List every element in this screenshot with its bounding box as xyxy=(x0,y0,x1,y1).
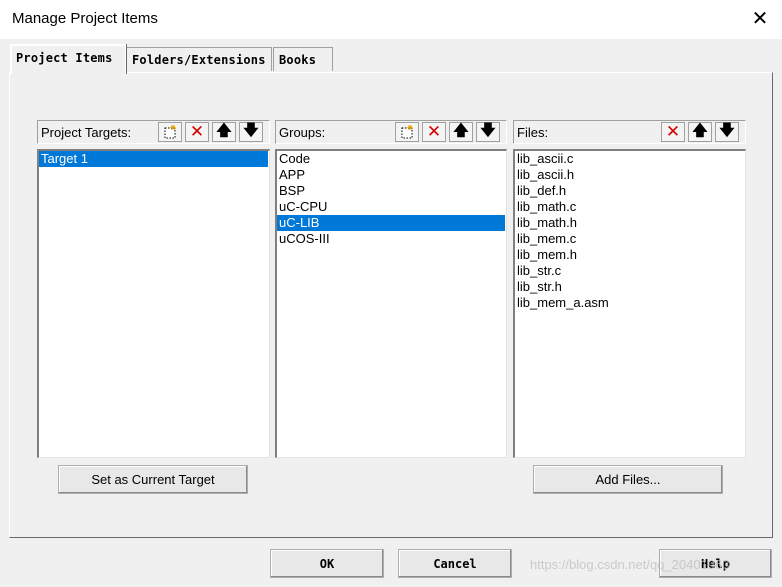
list-item[interactable]: lib_str.c xyxy=(515,263,745,279)
list-item[interactable]: lib_mem_a.asm xyxy=(515,295,745,311)
files-header: Files: ✕ 🡅 🡇 xyxy=(513,120,746,144)
watermark: https://blog.csdn.net/qq_20401963 xyxy=(530,557,730,572)
delete-file-icon[interactable]: ✕ xyxy=(661,122,685,142)
list-item[interactable]: lib_math.h xyxy=(515,215,745,231)
move-file-down-icon[interactable]: 🡇 xyxy=(715,122,739,142)
targets-list[interactable]: Target 1 xyxy=(37,149,270,458)
tab-books[interactable]: Books xyxy=(273,47,333,71)
files-header-label: Files: xyxy=(517,125,549,140)
list-item[interactable]: Target 1 xyxy=(39,151,268,167)
move-file-up-icon[interactable]: 🡅 xyxy=(688,122,712,142)
targets-header: Project Targets: ✕ 🡅 🡇 xyxy=(37,120,270,144)
list-item[interactable]: lib_math.c xyxy=(515,199,745,215)
move-group-up-icon[interactable]: 🡅 xyxy=(449,122,473,142)
title-bar: Manage Project Items ✕ xyxy=(0,0,782,39)
close-icon[interactable]: ✕ xyxy=(748,6,772,32)
files-list[interactable]: lib_ascii.c lib_ascii.h lib_def.h lib_ma… xyxy=(513,149,746,458)
list-item[interactable]: uC-LIB xyxy=(277,215,505,231)
groups-header: Groups: ✕ 🡅 🡇 xyxy=(275,120,507,144)
set-current-target-button[interactable]: Set as Current Target xyxy=(58,465,248,494)
cancel-button[interactable]: Cancel xyxy=(398,549,512,578)
tab-folders-extensions[interactable]: Folders/Extensions xyxy=(126,47,272,71)
list-item[interactable]: APP xyxy=(277,167,506,183)
list-item[interactable]: uC-CPU xyxy=(277,199,506,215)
list-item[interactable]: uCOS-III xyxy=(277,231,506,247)
list-item[interactable]: lib_str.h xyxy=(515,279,745,295)
delete-group-icon[interactable]: ✕ xyxy=(422,122,446,142)
list-item[interactable]: lib_def.h xyxy=(515,183,745,199)
list-item[interactable]: Code xyxy=(277,151,506,167)
delete-target-icon[interactable]: ✕ xyxy=(185,122,209,142)
targets-header-label: Project Targets: xyxy=(41,125,132,140)
move-target-up-icon[interactable]: 🡅 xyxy=(212,122,236,142)
list-item[interactable]: lib_ascii.h xyxy=(515,167,745,183)
move-group-down-icon[interactable]: 🡇 xyxy=(476,122,500,142)
groups-header-label: Groups: xyxy=(279,125,326,140)
list-item[interactable]: lib_ascii.c xyxy=(515,151,745,167)
add-files-button[interactable]: Add Files... xyxy=(533,465,723,494)
list-item[interactable]: BSP xyxy=(277,183,506,199)
list-item[interactable]: lib_mem.c xyxy=(515,231,745,247)
groups-list[interactable]: Code APP BSP uC-CPU uC-LIB uCOS-III xyxy=(275,149,507,458)
window-title: Manage Project Items xyxy=(12,10,158,27)
new-group-icon[interactable] xyxy=(395,122,419,142)
tab-project-items[interactable]: Project Items xyxy=(10,44,126,74)
new-target-icon[interactable] xyxy=(158,122,182,142)
move-target-down-icon[interactable]: 🡇 xyxy=(239,122,263,142)
list-item[interactable]: lib_mem.h xyxy=(515,247,745,263)
ok-button[interactable]: OK xyxy=(270,549,384,578)
